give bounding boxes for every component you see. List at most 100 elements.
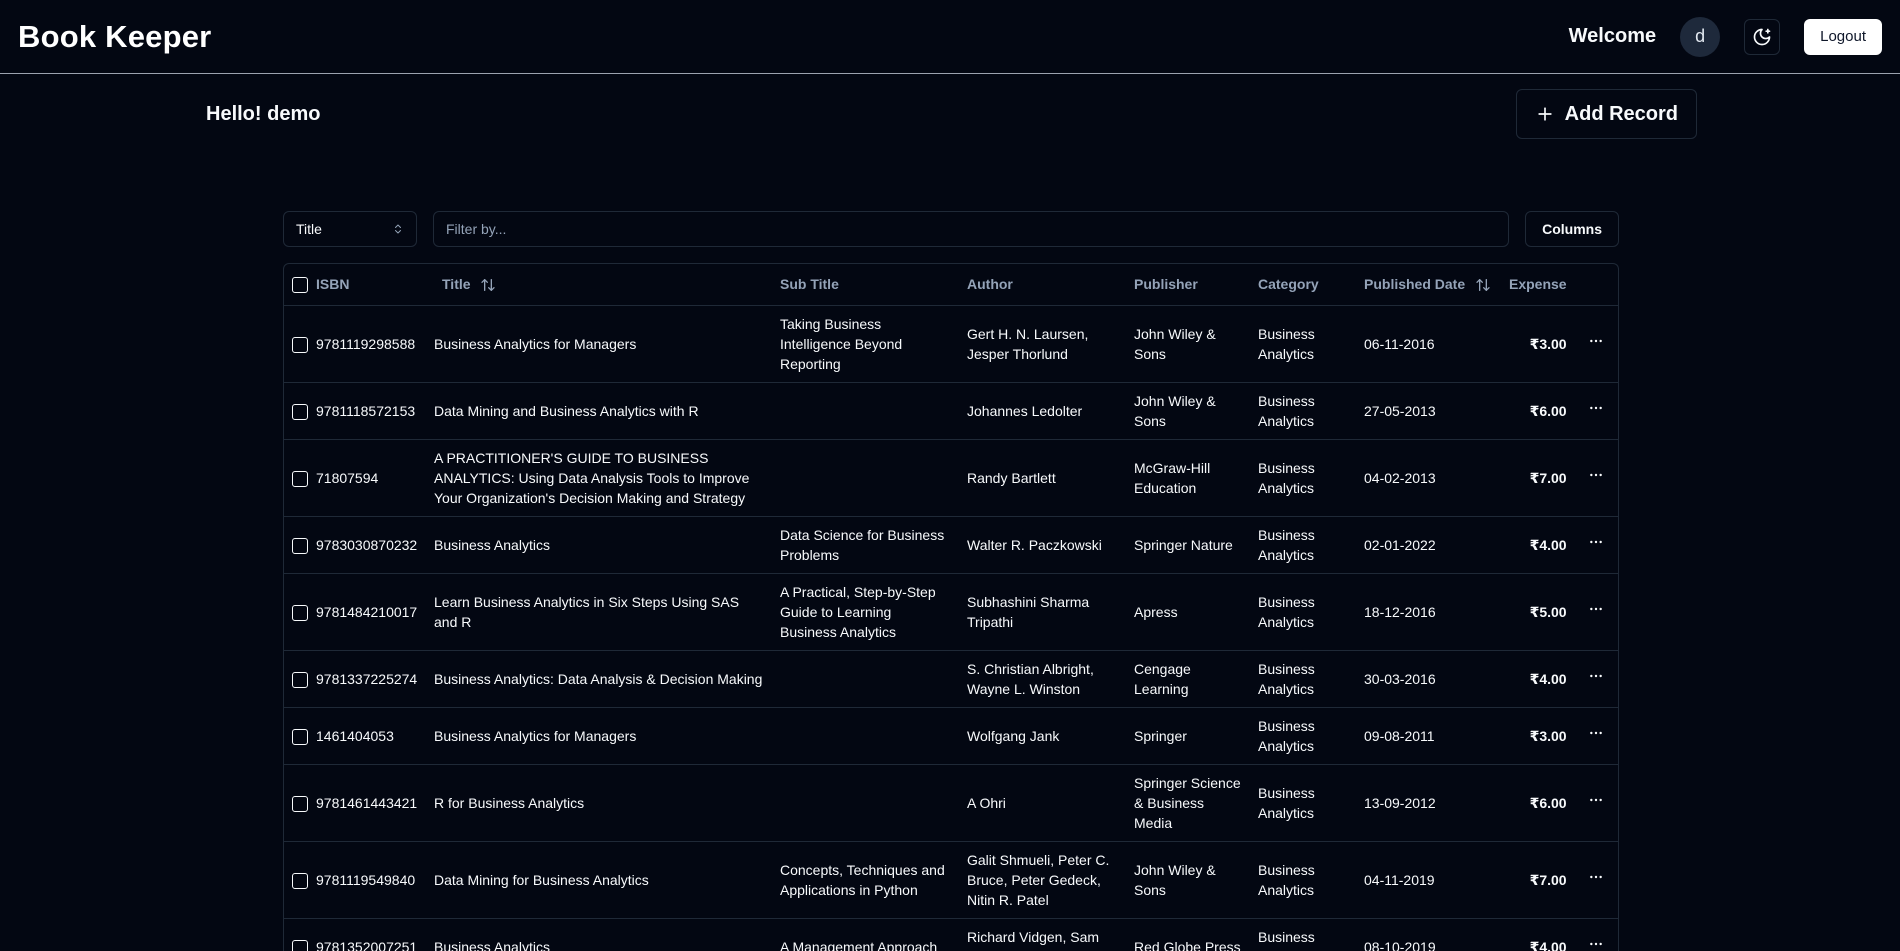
sort-icon[interactable]	[1475, 277, 1491, 293]
cell-category: Business Analytics	[1250, 764, 1340, 842]
theme-toggle-button[interactable]	[1744, 18, 1781, 55]
cell-expense: ₹3.00	[1501, 305, 1575, 383]
cell-subtitle: Data Science for Business Problems	[772, 516, 959, 574]
table-row[interactable]: 9781119549840 Data Mining for Business An…	[284, 841, 1618, 919]
cell-isbn: 9781461443421	[284, 764, 426, 842]
add-record-button[interactable]: Add Record	[1515, 89, 1697, 139]
row-checkbox[interactable]	[292, 795, 308, 812]
cell-expense: ₹7.00	[1501, 841, 1575, 919]
cell-published-date: 09-08-2011	[1340, 707, 1501, 765]
select-all-checkbox[interactable]	[292, 276, 308, 293]
header-actions: Welcome d Logout	[1569, 16, 1882, 57]
row-checkbox[interactable]	[292, 403, 308, 420]
row-checkbox[interactable]	[292, 470, 308, 487]
table-row[interactable]: 1461404053 Business Analytics for Manager…	[284, 707, 1618, 765]
header-actions	[1574, 264, 1618, 306]
isbn-text: 71807594	[316, 469, 379, 486]
filter-field-select[interactable]: Title	[283, 211, 417, 247]
columns-button[interactable]: Columns	[1525, 211, 1619, 247]
cell-author: Johannes Ledolter	[959, 382, 1126, 440]
header-publisher: Publisher	[1126, 264, 1250, 306]
cell-expense: ₹3.00	[1501, 707, 1575, 765]
isbn-text: 9781119549840	[316, 871, 416, 888]
cell-published-date: 02-01-2022	[1340, 516, 1501, 574]
more-horizontal-icon[interactable]	[1588, 869, 1604, 885]
cell-title: R for Business Analytics	[426, 764, 772, 842]
cell-publisher: Springer	[1126, 707, 1250, 765]
table-row[interactable]: 9781119298588 Business Analytics for Mana…	[284, 305, 1618, 383]
row-checkbox[interactable]	[292, 336, 308, 353]
header-published-date[interactable]: Published Date	[1340, 264, 1501, 306]
more-horizontal-icon[interactable]	[1588, 333, 1604, 349]
table-row[interactable]: 9781352007251 Business Analytics A Managem…	[284, 918, 1618, 951]
cell-subtitle	[772, 439, 959, 517]
isbn-text: 1461404053	[316, 727, 394, 744]
cell-expense: ₹5.00	[1501, 573, 1575, 651]
more-horizontal-icon[interactable]	[1588, 668, 1604, 684]
cell-publisher: John Wiley & Sons	[1126, 841, 1250, 919]
more-horizontal-icon[interactable]	[1588, 792, 1604, 808]
cell-isbn: 9781484210017	[284, 573, 426, 651]
cell-isbn: 1461404053	[284, 707, 426, 765]
header-title[interactable]: Title	[426, 264, 772, 306]
cell-published-date: 04-11-2019	[1340, 841, 1501, 919]
table-body: 9781119298588 Business Analytics for Mana…	[284, 305, 1618, 951]
header-isbn[interactable]: ISBN	[284, 264, 426, 306]
brand-logo[interactable]: Book Keeper	[18, 19, 211, 55]
row-checkbox[interactable]	[292, 872, 308, 889]
cell-title: Business Analytics for Managers	[426, 305, 772, 383]
row-actions-cell	[1574, 707, 1618, 765]
cell-title: Learn Business Analytics in Six Steps Us…	[426, 573, 772, 651]
table-row[interactable]: 9781484210017 Learn Business Analytics in…	[284, 573, 1618, 651]
cell-isbn: 9781352007251	[284, 918, 426, 951]
row-actions-cell	[1574, 764, 1618, 842]
cell-expense: ₹7.00	[1501, 439, 1575, 517]
isbn-text: 9781119298588	[316, 335, 416, 352]
row-checkbox[interactable]	[292, 537, 308, 554]
row-actions-cell	[1574, 650, 1618, 708]
cell-publisher: John Wiley & Sons	[1126, 305, 1250, 383]
isbn-text: 9781118572153	[316, 402, 416, 419]
cell-published-date: 06-11-2016	[1340, 305, 1501, 383]
row-checkbox[interactable]	[292, 671, 308, 688]
table-row[interactable]: 71807594 A PRACTITIONER'S GUIDE TO BUSINE…	[284, 439, 1618, 517]
cell-publisher: Springer Science & Business Media	[1126, 764, 1250, 842]
table-row[interactable]: 9781461443421 R for Business Analytics A O…	[284, 764, 1618, 842]
cell-expense: ₹6.00	[1501, 382, 1575, 440]
cell-published-date: 18-12-2016	[1340, 573, 1501, 651]
sort-icon[interactable]	[480, 277, 496, 293]
header-category: Category	[1250, 264, 1340, 306]
row-checkbox[interactable]	[292, 728, 308, 745]
cell-category: Business Analytics	[1250, 439, 1340, 517]
cell-category: Business Analytics	[1250, 707, 1340, 765]
greeting-text: Hello! demo	[206, 102, 321, 125]
more-horizontal-icon[interactable]	[1588, 725, 1604, 741]
cell-subtitle	[772, 382, 959, 440]
more-horizontal-icon[interactable]	[1588, 467, 1604, 483]
cell-subtitle	[772, 707, 959, 765]
avatar[interactable]: d	[1680, 16, 1721, 57]
cell-category: Business Analytics	[1250, 650, 1340, 708]
table-row[interactable]: 9783030870232 Business Analytics Data Scie…	[284, 516, 1618, 574]
isbn-text: 9781461443421	[316, 794, 418, 811]
row-checkbox[interactable]	[292, 939, 308, 951]
more-horizontal-icon[interactable]	[1588, 936, 1604, 951]
table-row[interactable]: 9781118572153 Data Mining and Business An…	[284, 382, 1618, 440]
cell-isbn: 9781119298588	[284, 305, 426, 383]
more-horizontal-icon[interactable]	[1588, 534, 1604, 550]
plus-icon	[1537, 107, 1552, 121]
records-table: ISBN Title Sub Title Author Publisher Ca…	[283, 263, 1619, 951]
page-top-bar: Hello! demo Add Record	[206, 89, 1697, 139]
add-record-label: Add Record	[1564, 102, 1678, 125]
row-checkbox[interactable]	[292, 604, 308, 621]
cell-subtitle: A Management Approach	[772, 918, 959, 951]
logout-button[interactable]: Logout	[1804, 18, 1882, 55]
row-actions-cell	[1574, 516, 1618, 574]
table-row[interactable]: 9781337225274 Business Analytics: Data An…	[284, 650, 1618, 708]
more-horizontal-icon[interactable]	[1588, 400, 1604, 416]
filter-input[interactable]	[433, 211, 1510, 247]
cell-expense: ₹4.00	[1501, 650, 1575, 708]
cell-isbn: 9781118572153	[284, 382, 426, 440]
row-actions-cell	[1574, 305, 1618, 383]
more-horizontal-icon[interactable]	[1588, 601, 1604, 617]
